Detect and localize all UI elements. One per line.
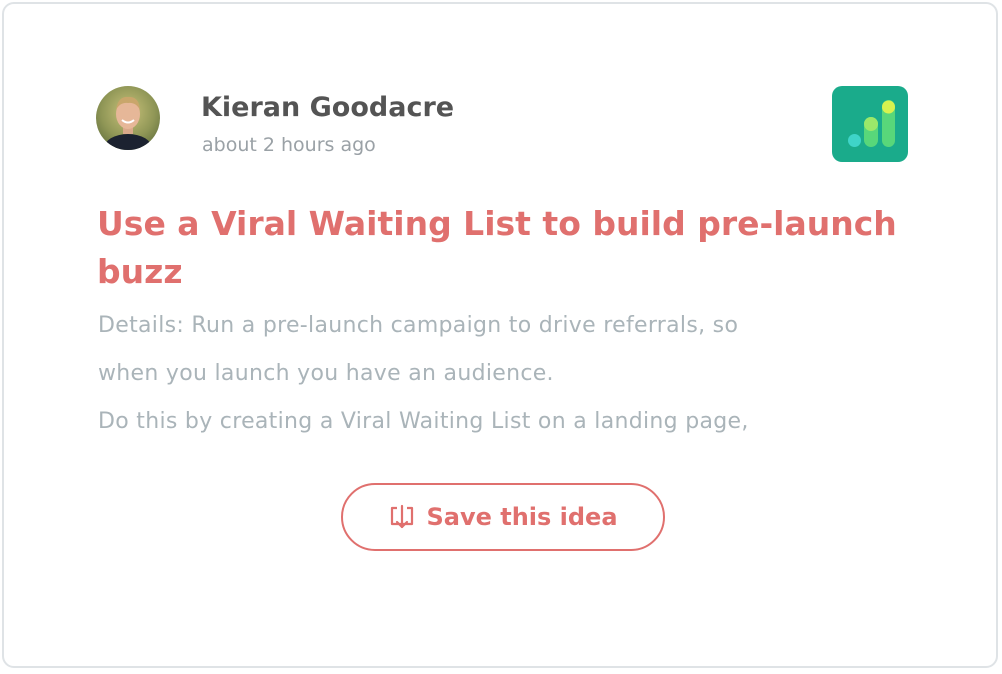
- download-icon: [388, 503, 416, 531]
- save-idea-button[interactable]: Save this idea: [341, 483, 665, 551]
- idea-title: Use a Viral Waiting List to build pre-la…: [97, 204, 897, 291]
- details-line: when you launch you have an audience.: [98, 361, 554, 386]
- idea-details: Details: Run a pre-launch campaign to dr…: [98, 302, 938, 446]
- save-idea-label: Save this idea: [426, 503, 618, 531]
- details-line: Do this by creating a Viral Waiting List…: [98, 409, 749, 434]
- bar-chart-app-icon: [832, 86, 908, 162]
- author-name[interactable]: Kieran Goodacre: [201, 92, 454, 123]
- post-timestamp: about 2 hours ago: [202, 134, 376, 156]
- author-avatar[interactable]: [96, 86, 160, 150]
- idea-card: Kieran Goodacre about 2 hours ago Use a …: [2, 2, 998, 668]
- details-line: Details: Run a pre-launch campaign to dr…: [98, 313, 739, 338]
- avatar-image: [96, 86, 160, 150]
